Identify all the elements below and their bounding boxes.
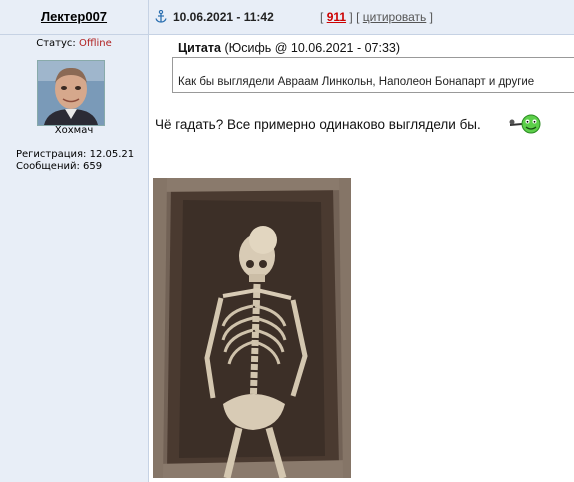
quote-header: Цитата (Юсифь @ 10.06.2021 - 07:33) xyxy=(178,41,400,55)
quote-label: Цитата xyxy=(178,41,221,55)
bracket-open: [ xyxy=(320,10,324,24)
registration-date: Регистрация: 12.05.21 xyxy=(16,149,135,160)
user-title: Хохмач xyxy=(54,125,94,136)
quote-text: Как бы выглядели Авраам Линкольн, Наполе… xyxy=(178,76,535,88)
post-body-text: Чё гадать? Все примерно одинаково выгляд… xyxy=(155,117,481,132)
bracket-open: [ xyxy=(356,10,360,24)
status-value: Offline xyxy=(78,38,112,49)
post-date: 10.06.2021 - 11:42 xyxy=(173,10,274,24)
smiley-with-pipe-icon xyxy=(509,114,541,134)
post-links: [ 911 ] [ цитировать ] xyxy=(320,10,433,24)
quote-source: (Юсифь @ 10.06.2021 - 07:33) xyxy=(224,41,401,55)
anchor-icon[interactable] xyxy=(155,10,167,23)
avatar[interactable] xyxy=(37,60,105,126)
author-cell: Лектер007 xyxy=(0,0,149,35)
quote-box: Как бы выглядели Авраам Линкольн, Наполе… xyxy=(172,57,574,93)
post-image[interactable] xyxy=(153,178,351,478)
bracket-close: ] xyxy=(349,10,353,24)
post-number-link[interactable]: 911 xyxy=(327,10,346,24)
post-header: 10.06.2021 - 11:42 [ 911 ] [ цитировать … xyxy=(149,0,574,35)
message-count: Сообщений: 659 xyxy=(16,161,103,172)
user-status: Статус: Offline xyxy=(0,38,148,49)
author-name-link[interactable]: Лектер007 xyxy=(0,9,148,24)
cite-link[interactable]: цитировать xyxy=(363,10,427,24)
status-label: Статус: xyxy=(36,38,76,49)
user-stats: Регистрация: 12.05.21 Сообщений: 659 xyxy=(16,149,134,173)
bracket-close: ] xyxy=(429,10,433,24)
user-sidebar: Статус: Offline Хохмач Регистрация: 12.0… xyxy=(0,35,149,482)
